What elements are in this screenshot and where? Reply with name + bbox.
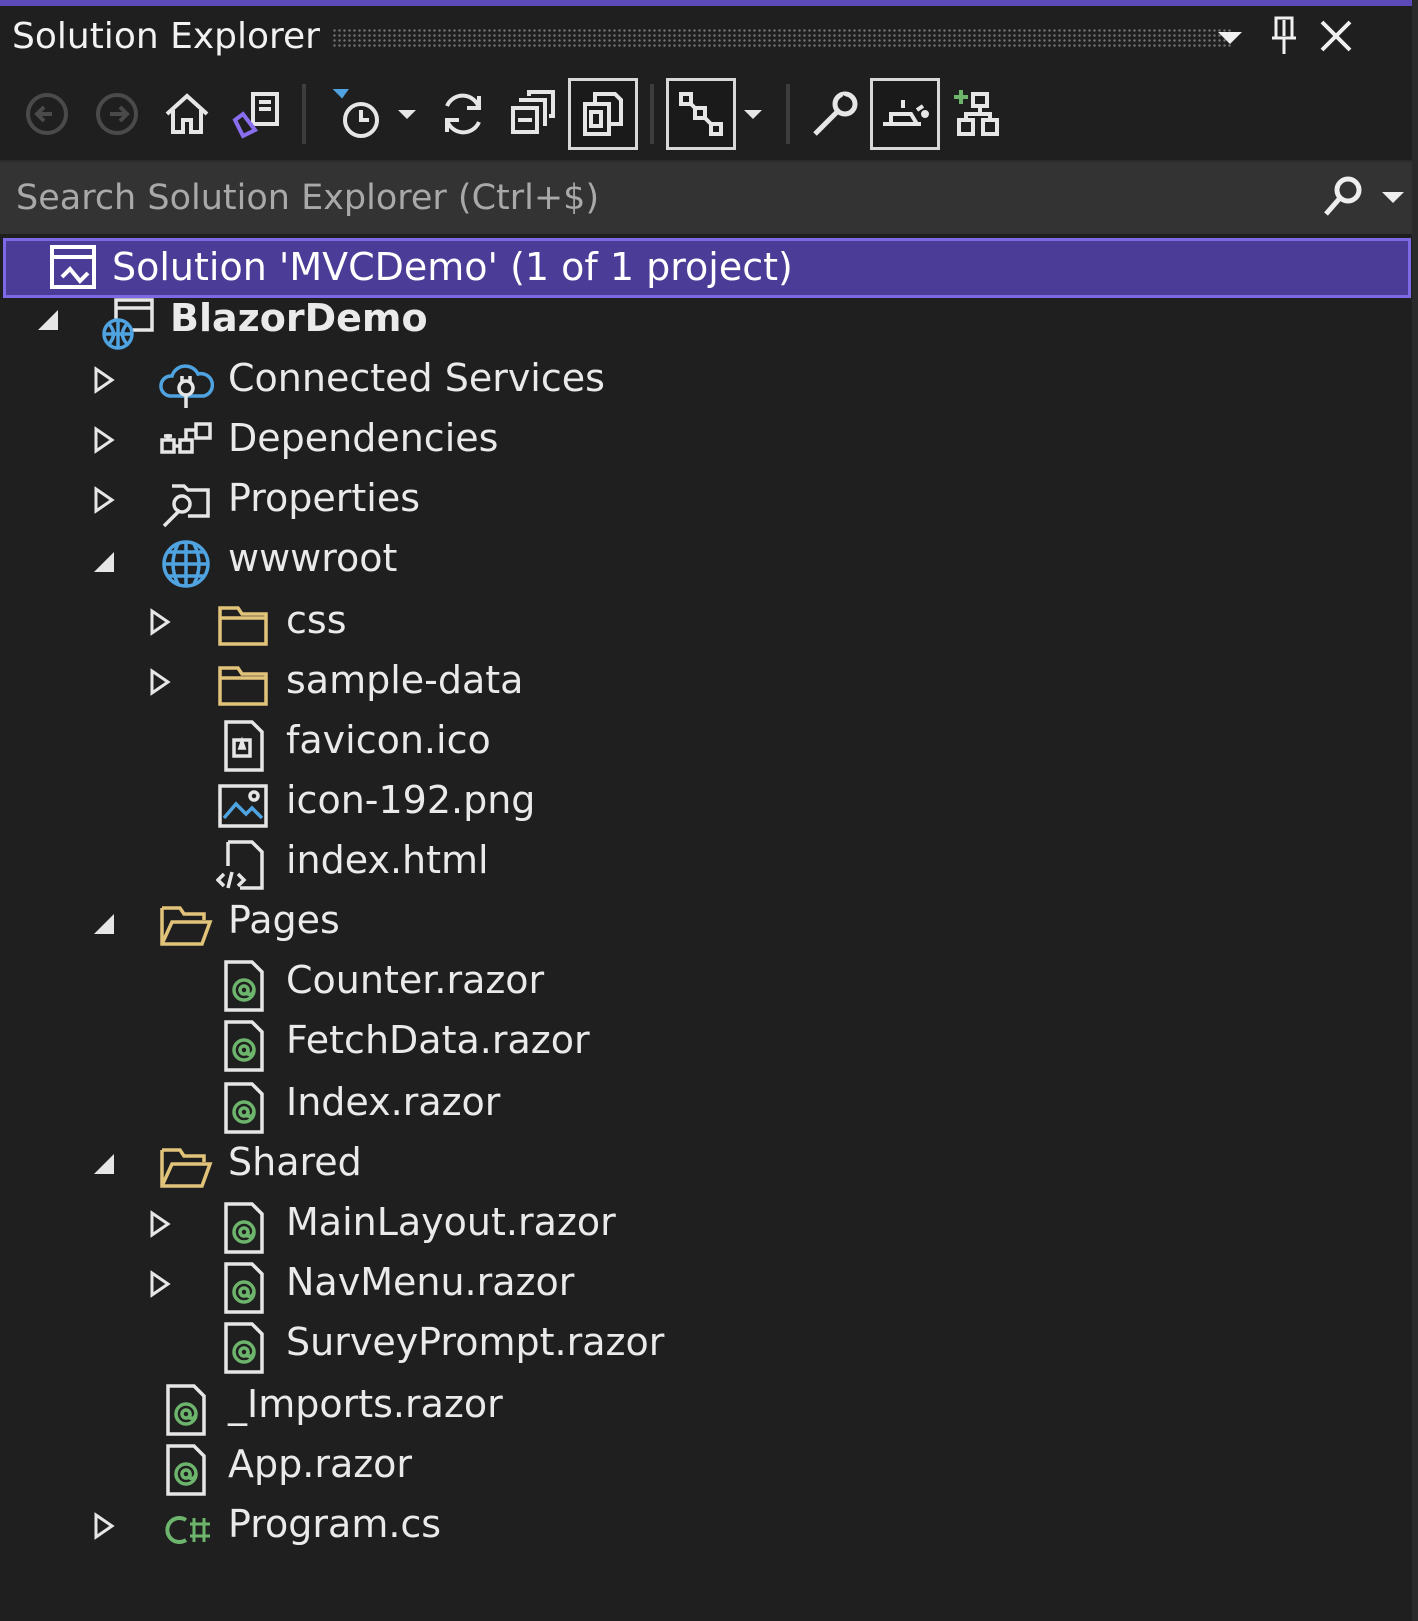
favicon-label[interactable]: favicon.ico <box>286 718 491 762</box>
title-bar: Solution Explorer <box>0 6 1418 68</box>
search-input[interactable] <box>14 166 1278 230</box>
solution-icon <box>48 243 100 295</box>
folder-icon <box>216 658 268 710</box>
project-label[interactable]: BlazorDemo <box>170 296 428 340</box>
open-folder-icon <box>158 898 213 950</box>
counter-razor-label[interactable]: Counter.razor <box>286 958 544 1002</box>
fetchdata-razor-label[interactable]: FetchData.razor <box>286 1018 590 1062</box>
collapsed-arrow-icon[interactable] <box>90 1512 118 1540</box>
collapsed-arrow-icon[interactable] <box>146 1210 174 1238</box>
show-all-files-icon[interactable] <box>568 78 638 150</box>
razor-file-icon <box>216 1200 268 1254</box>
css-folder-label[interactable]: css <box>286 598 347 642</box>
search-bar <box>0 160 1418 234</box>
pin-icon[interactable] <box>1262 12 1306 60</box>
toolbar-separator <box>786 84 790 144</box>
back-icon[interactable] <box>12 78 82 150</box>
preview-selected-icon[interactable] <box>666 78 736 150</box>
open-folder-icon <box>158 1140 213 1192</box>
preview-dropdown-icon[interactable] <box>738 78 768 150</box>
web-project-icon <box>100 296 154 350</box>
expanded-arrow-icon[interactable] <box>34 306 62 334</box>
razor-file-icon <box>216 958 268 1012</box>
search-icon[interactable] <box>1318 172 1368 222</box>
connected-services-icon <box>158 356 215 408</box>
expanded-arrow-icon[interactable] <box>90 1150 118 1178</box>
panel-right-border <box>1412 0 1418 1621</box>
pages-folder-label[interactable]: Pages <box>228 898 340 942</box>
collapsed-arrow-icon[interactable] <box>146 1270 174 1298</box>
index-html-label[interactable]: index.html <box>286 838 489 882</box>
razor-file-icon <box>216 1260 268 1314</box>
shared-folder-label[interactable]: Shared <box>228 1140 362 1184</box>
pending-changes-filter-icon[interactable] <box>322 78 392 150</box>
sync-active-document-icon[interactable] <box>870 78 940 150</box>
window-title: Solution Explorer <box>12 16 320 57</box>
wwwroot-label[interactable]: wwwroot <box>228 536 397 580</box>
connected-services-label[interactable]: Connected Services <box>228 356 605 400</box>
properties-icon[interactable] <box>800 78 870 150</box>
navmenu-razor-label[interactable]: NavMenu.razor <box>286 1260 574 1304</box>
home-icon[interactable] <box>152 78 222 150</box>
new-solution-explorer-view-icon[interactable] <box>942 78 1012 150</box>
globe-icon <box>158 536 210 588</box>
index-razor-label[interactable]: Index.razor <box>286 1080 500 1124</box>
drag-grip[interactable] <box>332 28 1232 48</box>
refresh-icon[interactable] <box>428 78 498 150</box>
collapsed-arrow-icon[interactable] <box>90 426 118 454</box>
razor-file-icon <box>158 1382 210 1436</box>
program-cs-label[interactable]: Program.cs <box>228 1502 441 1546</box>
forward-icon[interactable] <box>82 78 152 150</box>
filter-dropdown-icon[interactable] <box>392 78 422 150</box>
search-options-dropdown-icon[interactable] <box>1378 172 1408 222</box>
app-razor-label[interactable]: App.razor <box>228 1442 412 1486</box>
switch-views-icon[interactable] <box>222 78 292 150</box>
dependencies-icon <box>158 416 212 468</box>
toolbar-separator <box>302 84 306 144</box>
window-options-dropdown-icon[interactable] <box>1208 12 1252 60</box>
icon-192-label[interactable]: icon-192.png <box>286 778 535 822</box>
razor-file-icon <box>216 1320 268 1374</box>
csharp-file-icon <box>158 1502 218 1554</box>
surveyprompt-razor-label[interactable]: SurveyPrompt.razor <box>286 1320 664 1364</box>
collapsed-arrow-icon[interactable] <box>146 608 174 636</box>
imports-razor-label[interactable]: _Imports.razor <box>228 1382 503 1426</box>
solution-node[interactable]: Solution 'MVCDemo' (1 of 1 project) <box>3 238 1411 298</box>
icon-file-icon <box>216 718 268 772</box>
expanded-arrow-icon[interactable] <box>90 548 118 576</box>
sample-data-folder-label[interactable]: sample-data <box>286 658 523 702</box>
razor-file-icon <box>216 1018 268 1072</box>
collapsed-arrow-icon[interactable] <box>90 366 118 394</box>
dependencies-label[interactable]: Dependencies <box>228 416 498 460</box>
razor-file-icon <box>216 1080 268 1134</box>
image-file-icon <box>216 778 268 830</box>
collapse-all-icon[interactable] <box>498 78 568 150</box>
properties-label[interactable]: Properties <box>228 476 420 520</box>
mainlayout-razor-label[interactable]: MainLayout.razor <box>286 1200 616 1244</box>
razor-file-icon <box>158 1442 210 1496</box>
close-icon[interactable] <box>1314 12 1358 60</box>
properties-wrench-icon <box>158 476 210 528</box>
toolbar-separator <box>650 84 654 144</box>
folder-icon <box>216 598 268 650</box>
html-file-icon <box>215 838 268 890</box>
toolbar <box>0 68 1418 160</box>
collapsed-arrow-icon[interactable] <box>146 668 174 696</box>
collapsed-arrow-icon[interactable] <box>90 486 118 514</box>
solution-label: Solution 'MVCDemo' (1 of 1 project) <box>112 245 793 289</box>
expanded-arrow-icon[interactable] <box>90 910 118 938</box>
